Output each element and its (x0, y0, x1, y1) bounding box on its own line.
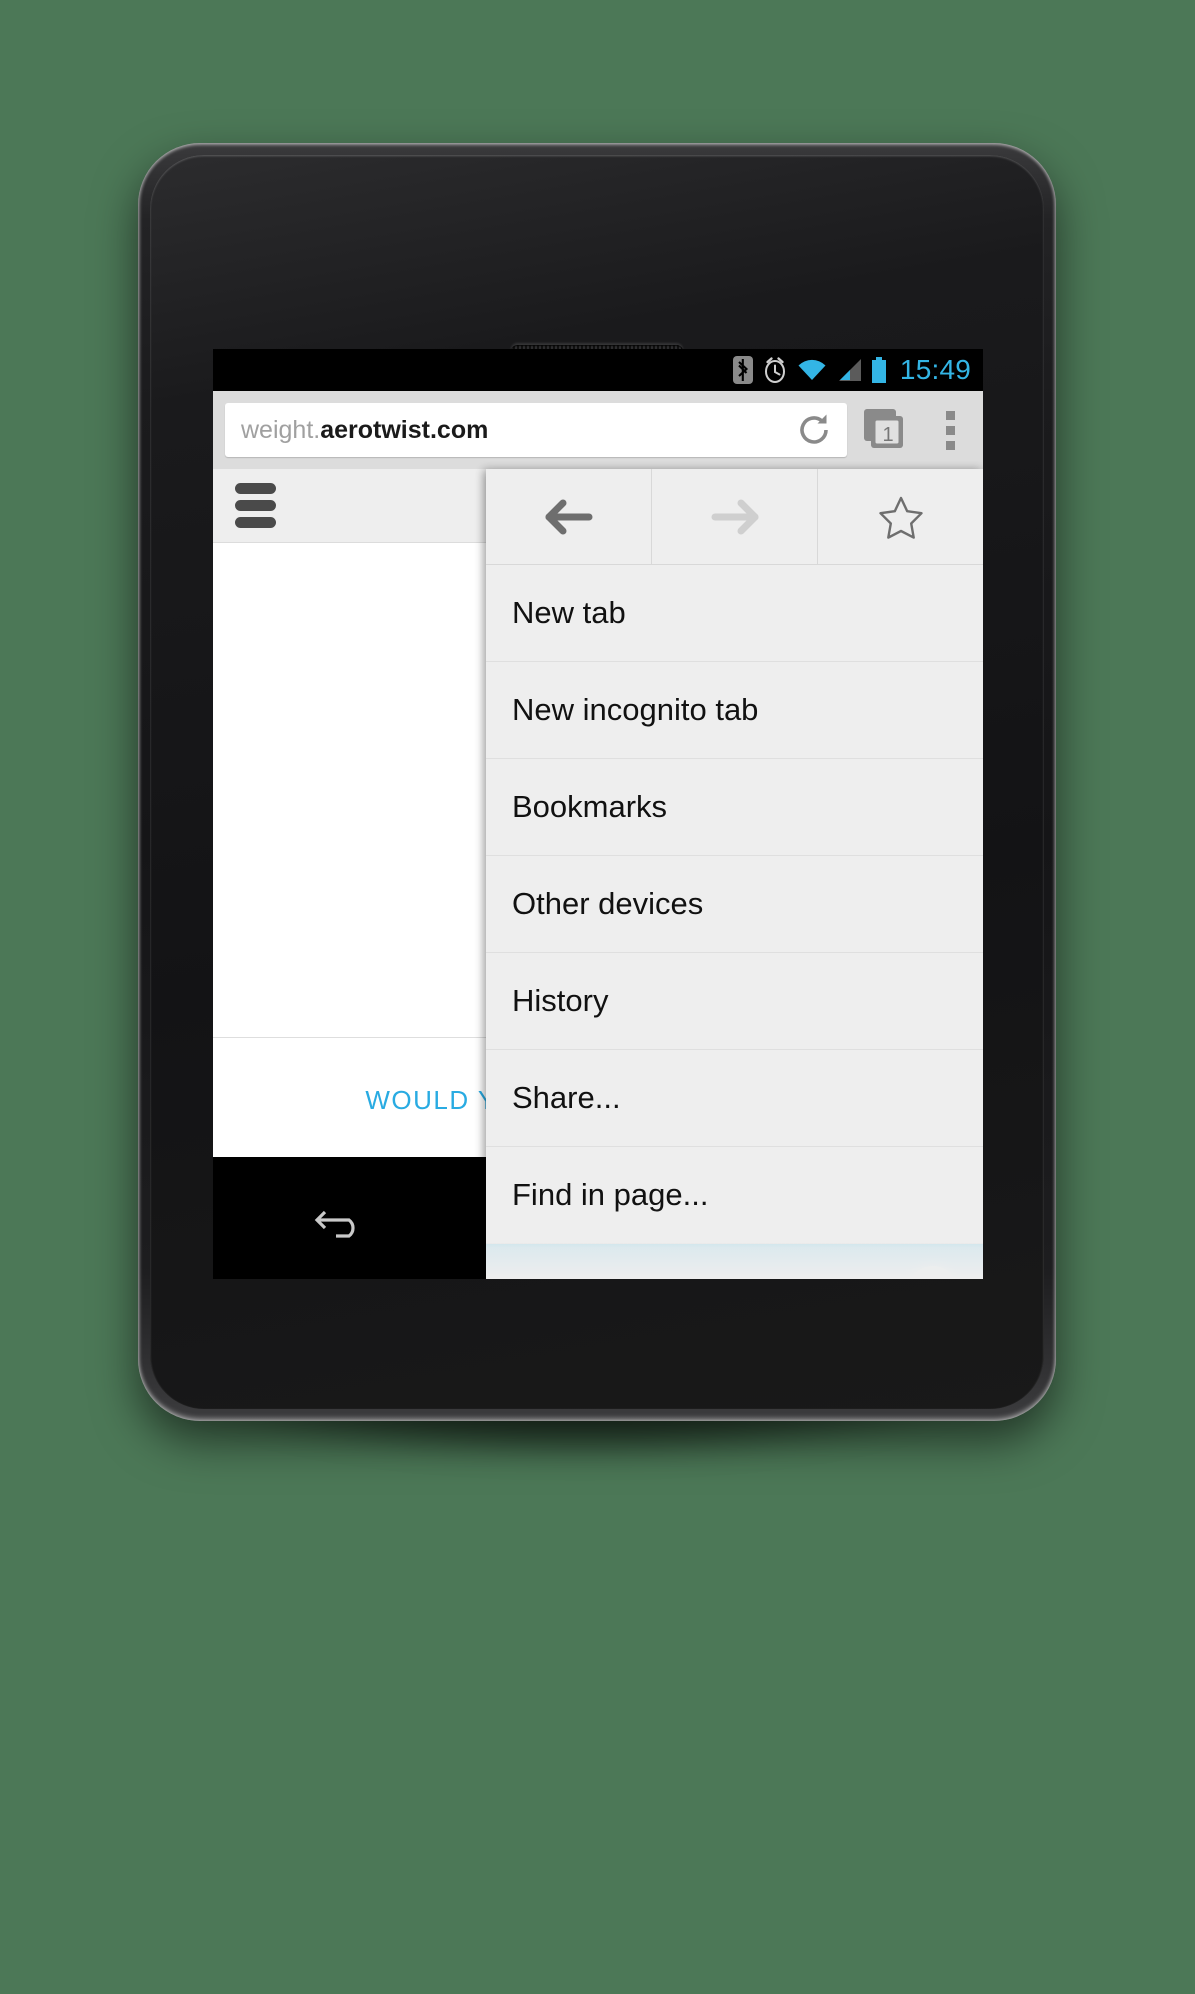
menu-item-label: Bookmarks (512, 789, 668, 824)
menu-item-history[interactable]: History (486, 953, 983, 1050)
android-status-bar: 15:49 (213, 349, 983, 391)
reload-icon (800, 414, 828, 444)
omnibox-scheme: weight. (241, 415, 321, 444)
hamburger-menu-icon[interactable] (235, 483, 276, 528)
cellular-signal-icon (836, 358, 862, 382)
menu-item-other-devices[interactable]: Other devices (486, 856, 983, 953)
reload-button[interactable] (793, 409, 835, 451)
menu-item-find-in-page[interactable]: Find in page... (486, 1147, 983, 1244)
hamburger-bar (235, 500, 276, 511)
tab-switcher-button[interactable]: 1 (847, 393, 921, 467)
menu-navigation-row (486, 469, 983, 565)
menu-item-add-to-home-screen[interactable]: Add to home screen (486, 1244, 983, 1279)
phone-screen: 15:49 weight.aerotwist.com 1 WOULD New t… (213, 349, 983, 1279)
menu-item-share[interactable]: Share... (486, 1050, 983, 1147)
menu-item-label: New tab (512, 595, 626, 630)
bluetooth-icon (732, 356, 753, 384)
menu-item-bookmarks[interactable]: Bookmarks (486, 759, 983, 856)
chrome-overflow-menu: New tab New incognito tab Bookmarks Othe… (486, 469, 983, 1279)
forward-arrow-icon (711, 499, 758, 534)
omnibox[interactable]: weight.aerotwist.com (225, 403, 847, 457)
hamburger-bar (235, 517, 276, 528)
menu-item-new-incognito-tab[interactable]: New incognito tab (486, 662, 983, 759)
menu-item-label: Other devices (512, 886, 704, 921)
wifi-icon (797, 358, 827, 382)
menu-back-button[interactable] (486, 469, 652, 564)
menu-bookmark-button[interactable] (818, 469, 983, 564)
back-arrow-icon (545, 499, 592, 534)
overflow-dot-icon (945, 410, 955, 420)
omnibox-domain: aerotwist.com (320, 415, 489, 444)
hamburger-bar (235, 483, 276, 494)
omnibox-url-text: weight.aerotwist.com (241, 416, 793, 445)
menu-item-label: Share... (512, 1080, 621, 1115)
overflow-dot-icon (945, 425, 955, 435)
menu-item-new-tab[interactable]: New tab (486, 565, 983, 662)
star-icon (878, 496, 923, 539)
menu-item-label: Add to home screen (512, 1274, 789, 1279)
menu-item-label: Find in page... (512, 1177, 709, 1212)
nav-back-button[interactable] (266, 1168, 416, 1268)
menu-forward-button[interactable] (652, 469, 818, 564)
alarm-icon (762, 356, 788, 384)
overflow-menu-button[interactable] (921, 393, 979, 467)
battery-icon (871, 357, 887, 383)
menu-item-label: New incognito tab (512, 692, 759, 727)
menu-item-label: History (512, 983, 609, 1018)
browser-toolbar: weight.aerotwist.com 1 (213, 391, 983, 469)
back-arrow-icon (315, 1210, 355, 1238)
overflow-dot-icon (945, 440, 955, 450)
tab-stack-icon (864, 409, 903, 448)
touch-ripple-indicator (907, 1266, 959, 1279)
status-bar-clock: 15:49 (899, 354, 971, 385)
